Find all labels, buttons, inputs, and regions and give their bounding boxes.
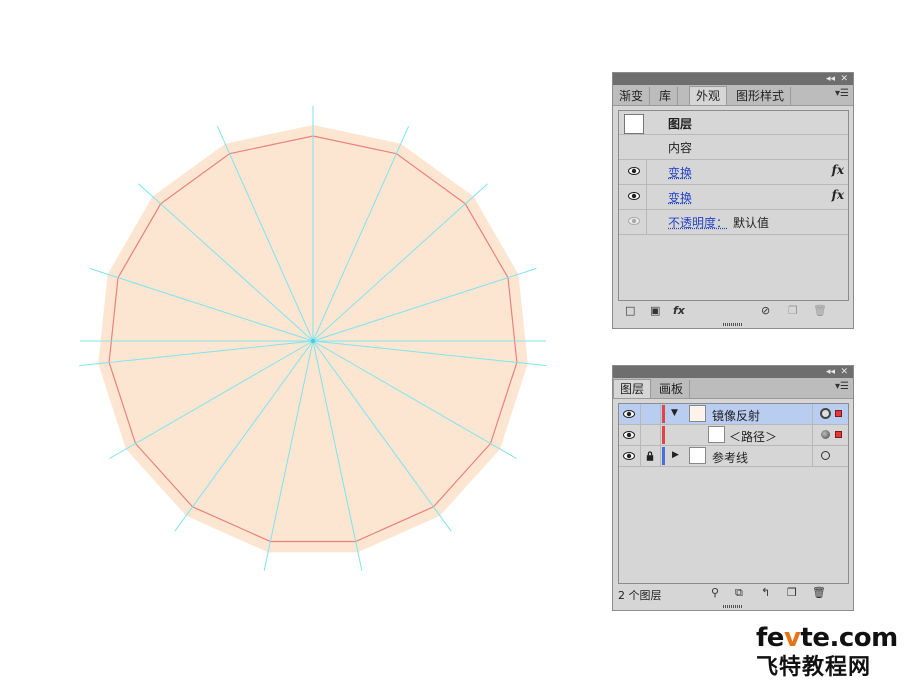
appearance-row-layer[interactable]: 图层 [619, 111, 848, 135]
layer-count: 2 个图层 [618, 589, 662, 602]
tab-libraries[interactable]: 库 [653, 87, 679, 105]
artboard-canvas[interactable] [0, 0, 600, 687]
layers-bottom-toolbar: 2 个图层 ⚲ ⧉ ↰ ❐ 🗑 [613, 585, 853, 607]
tab-layers[interactable]: 图层 [613, 379, 652, 398]
layer-swatch [624, 114, 644, 134]
appearance-row-contents[interactable]: 内容 [619, 135, 848, 160]
eye-icon [623, 452, 635, 460]
transform-link[interactable]: 变换 [668, 164, 692, 181]
layer-thumbnail [689, 405, 706, 422]
center-point[interactable] [311, 339, 315, 343]
visibility-toggle[interactable] [619, 446, 641, 466]
add-effect-icon[interactable]: fx [673, 304, 685, 318]
appearance-row-opacity[interactable]: 不透明度： 默认值 [619, 210, 848, 235]
make-clipping-mask-icon[interactable]: ⧉ [735, 586, 743, 600]
lock-toggle[interactable] [640, 425, 661, 445]
eye-icon[interactable] [628, 216, 640, 226]
delete-layer-icon[interactable]: 🗑 [812, 586, 826, 600]
layer-color [662, 447, 665, 465]
visibility-toggle[interactable] [619, 404, 641, 424]
layers-panel-titlebar[interactable]: ◂◂ ✕ [613, 366, 853, 378]
opacity-value: 默认值 [733, 216, 770, 230]
visibility-toggle[interactable] [619, 425, 641, 445]
tab-artboards[interactable]: 画板 [653, 380, 691, 398]
layer-color [662, 426, 665, 444]
layers-tabs: 图层 画板 ▾☰ [613, 378, 853, 399]
selection-indicator[interactable] [835, 410, 842, 417]
selection-indicator[interactable] [835, 431, 842, 438]
layer-name[interactable]: 镜像反射 [712, 407, 760, 424]
lock-toggle[interactable] [640, 446, 661, 466]
tab-gradient[interactable]: 渐变 [613, 87, 651, 105]
fx-icon[interactable]: fx [832, 163, 844, 177]
close-icon[interactable]: ✕ [840, 366, 848, 378]
add-stroke-icon[interactable]: □ [625, 304, 635, 318]
watermark: fevte.com 飞特教程网 [756, 623, 898, 681]
fx-icon[interactable]: fx [832, 188, 844, 202]
appearance-row-transform-1[interactable]: 变换 fx [619, 160, 848, 185]
appearance-row-label: 图层 [668, 117, 693, 131]
appearance-tabs: 渐变 库 外观 图形样式 ▾☰ [613, 85, 853, 106]
appearance-row-transform-2[interactable]: 变换 fx [619, 185, 848, 210]
layers-list: ▼ 镜像反射 ＜路径＞ ▶ 参考线 [618, 403, 849, 584]
target-icon[interactable] [821, 430, 830, 439]
appearance-panel: ◂◂ ✕ 渐变 库 外观 图形样式 ▾☰ 图层 内容 变换 fx 变换 fx 不… [612, 72, 854, 329]
layer-row-guides[interactable]: ▶ 参考线 [619, 446, 848, 467]
locate-object-icon[interactable]: ⚲ [711, 586, 719, 600]
watermark-site-name: 飞特教程网 [756, 655, 872, 680]
lock-toggle[interactable] [640, 404, 661, 424]
close-icon[interactable]: ✕ [840, 73, 848, 85]
layer-color [662, 405, 665, 423]
appearance-row-label: 内容 [668, 141, 693, 155]
clear-appearance-icon[interactable]: ⊘ [761, 304, 770, 318]
duplicate-item-icon[interactable]: ❐ [788, 304, 798, 318]
layer-thumbnail [689, 447, 706, 464]
layer-row-mirror[interactable]: ▼ 镜像反射 [619, 404, 848, 425]
transform-link[interactable]: 变换 [668, 189, 692, 206]
eye-icon [623, 410, 635, 418]
layer-row-path[interactable]: ＜路径＞ [619, 425, 848, 446]
eye-icon [623, 431, 635, 439]
resize-grip[interactable] [723, 605, 743, 608]
eye-icon[interactable] [628, 166, 640, 176]
appearance-bottom-toolbar: □ ▣ fx ⊘ ❐ 🗑 [613, 302, 853, 324]
panel-menu-icon[interactable]: ▾☰ [835, 381, 849, 392]
delete-item-icon[interactable]: 🗑 [813, 304, 827, 318]
lock-icon [646, 451, 654, 461]
appearance-panel-titlebar[interactable]: ◂◂ ✕ [613, 73, 853, 85]
new-layer-icon[interactable]: ❐ [787, 586, 797, 600]
appearance-list: 图层 内容 变换 fx 变换 fx 不透明度： 默认值 [618, 110, 849, 301]
panel-menu-icon[interactable]: ▾☰ [835, 88, 849, 99]
tab-appearance[interactable]: 外观 [689, 86, 728, 105]
add-fill-icon[interactable]: ▣ [650, 304, 660, 318]
collapse-icon[interactable]: ◂◂ [826, 73, 835, 85]
target-icon[interactable] [821, 451, 830, 460]
layer-name[interactable]: 参考线 [712, 449, 748, 466]
expand-down-icon[interactable]: ▼ [671, 408, 678, 418]
layers-panel: ◂◂ ✕ 图层 画板 ▾☰ ▼ 镜像反射 ＜路径＞ ▶ 参考线 2 个图层 ⚲ … [612, 365, 854, 611]
tab-graphic-styles[interactable]: 图形样式 [730, 87, 792, 105]
opacity-link[interactable]: 不透明度： [668, 214, 728, 231]
eye-icon[interactable] [628, 191, 640, 201]
layer-name[interactable]: ＜路径＞ [729, 428, 777, 445]
collapse-icon[interactable]: ◂◂ [826, 366, 835, 378]
new-sublayer-icon[interactable]: ↰ [761, 586, 770, 600]
target-icon[interactable] [820, 408, 831, 419]
resize-grip[interactable] [723, 323, 743, 326]
expand-right-icon[interactable]: ▶ [672, 450, 679, 460]
path-thumbnail [708, 426, 725, 443]
